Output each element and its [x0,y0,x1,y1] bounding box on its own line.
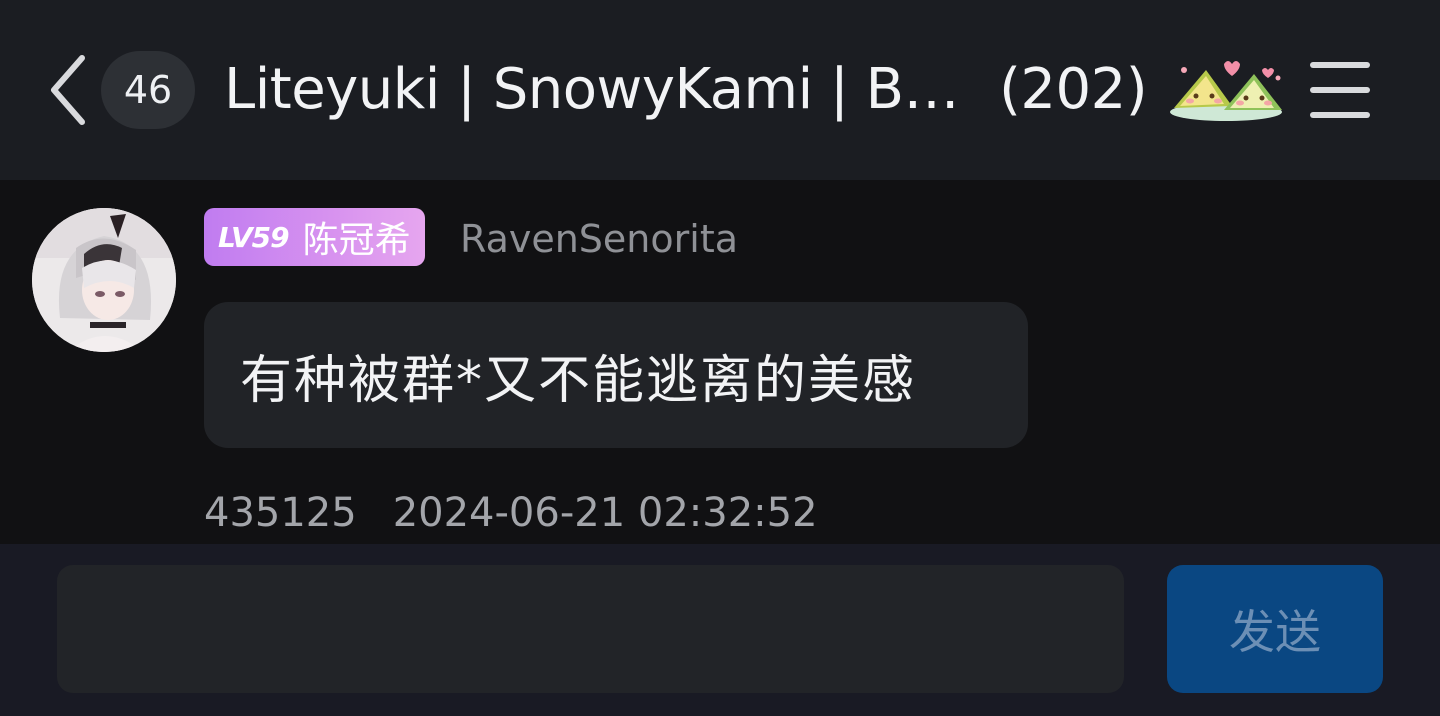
message-timestamp: 2024-06-21 02:32:52 [392,490,818,536]
group-name: Liteyuki | SnowyKami | B… [224,57,960,122]
chat-title[interactable]: Liteyuki | SnowyKami | B… (202) [224,50,1148,130]
chevron-left-icon [51,55,85,125]
message-input[interactable] [57,565,1124,693]
message-item: LV59 陈冠希 RavenSenorita 有种被群*又不能逃离的美感 435… [0,180,1440,544]
avatar[interactable] [32,208,176,352]
member-title: 陈冠希 [302,220,411,261]
anime-avatar-image [32,208,176,352]
message-text: 有种被群*又不能逃离的美感 [240,350,917,411]
chat-window: 46 Liteyuki | SnowyKami | B… (202) LV59 … [0,0,1440,716]
menu-button[interactable] [1306,58,1374,122]
hamburger-menu-icon [1310,62,1370,118]
message-bubble[interactable]: 有种被群*又不能逃离的美感 [204,302,1028,448]
member-count: (202) [999,57,1148,122]
unread-count-badge[interactable]: 46 [101,51,195,129]
chat-header: 46 Liteyuki | SnowyKami | B… (202) [0,0,1440,180]
send-button[interactable]: 发送 [1167,565,1383,693]
sender-nickname[interactable]: RavenSenorita [460,210,738,268]
composer-bar: 发送 [0,544,1440,716]
message-meta: 435125 2024-06-21 02:32:52 [204,490,818,536]
message-id: 435125 [204,490,357,536]
zongzi-sticker-icon[interactable] [1166,56,1288,124]
back-button[interactable] [40,52,96,128]
member-level-tag: LV59 陈冠希 [204,208,425,266]
level-text: LV59 [218,220,290,254]
